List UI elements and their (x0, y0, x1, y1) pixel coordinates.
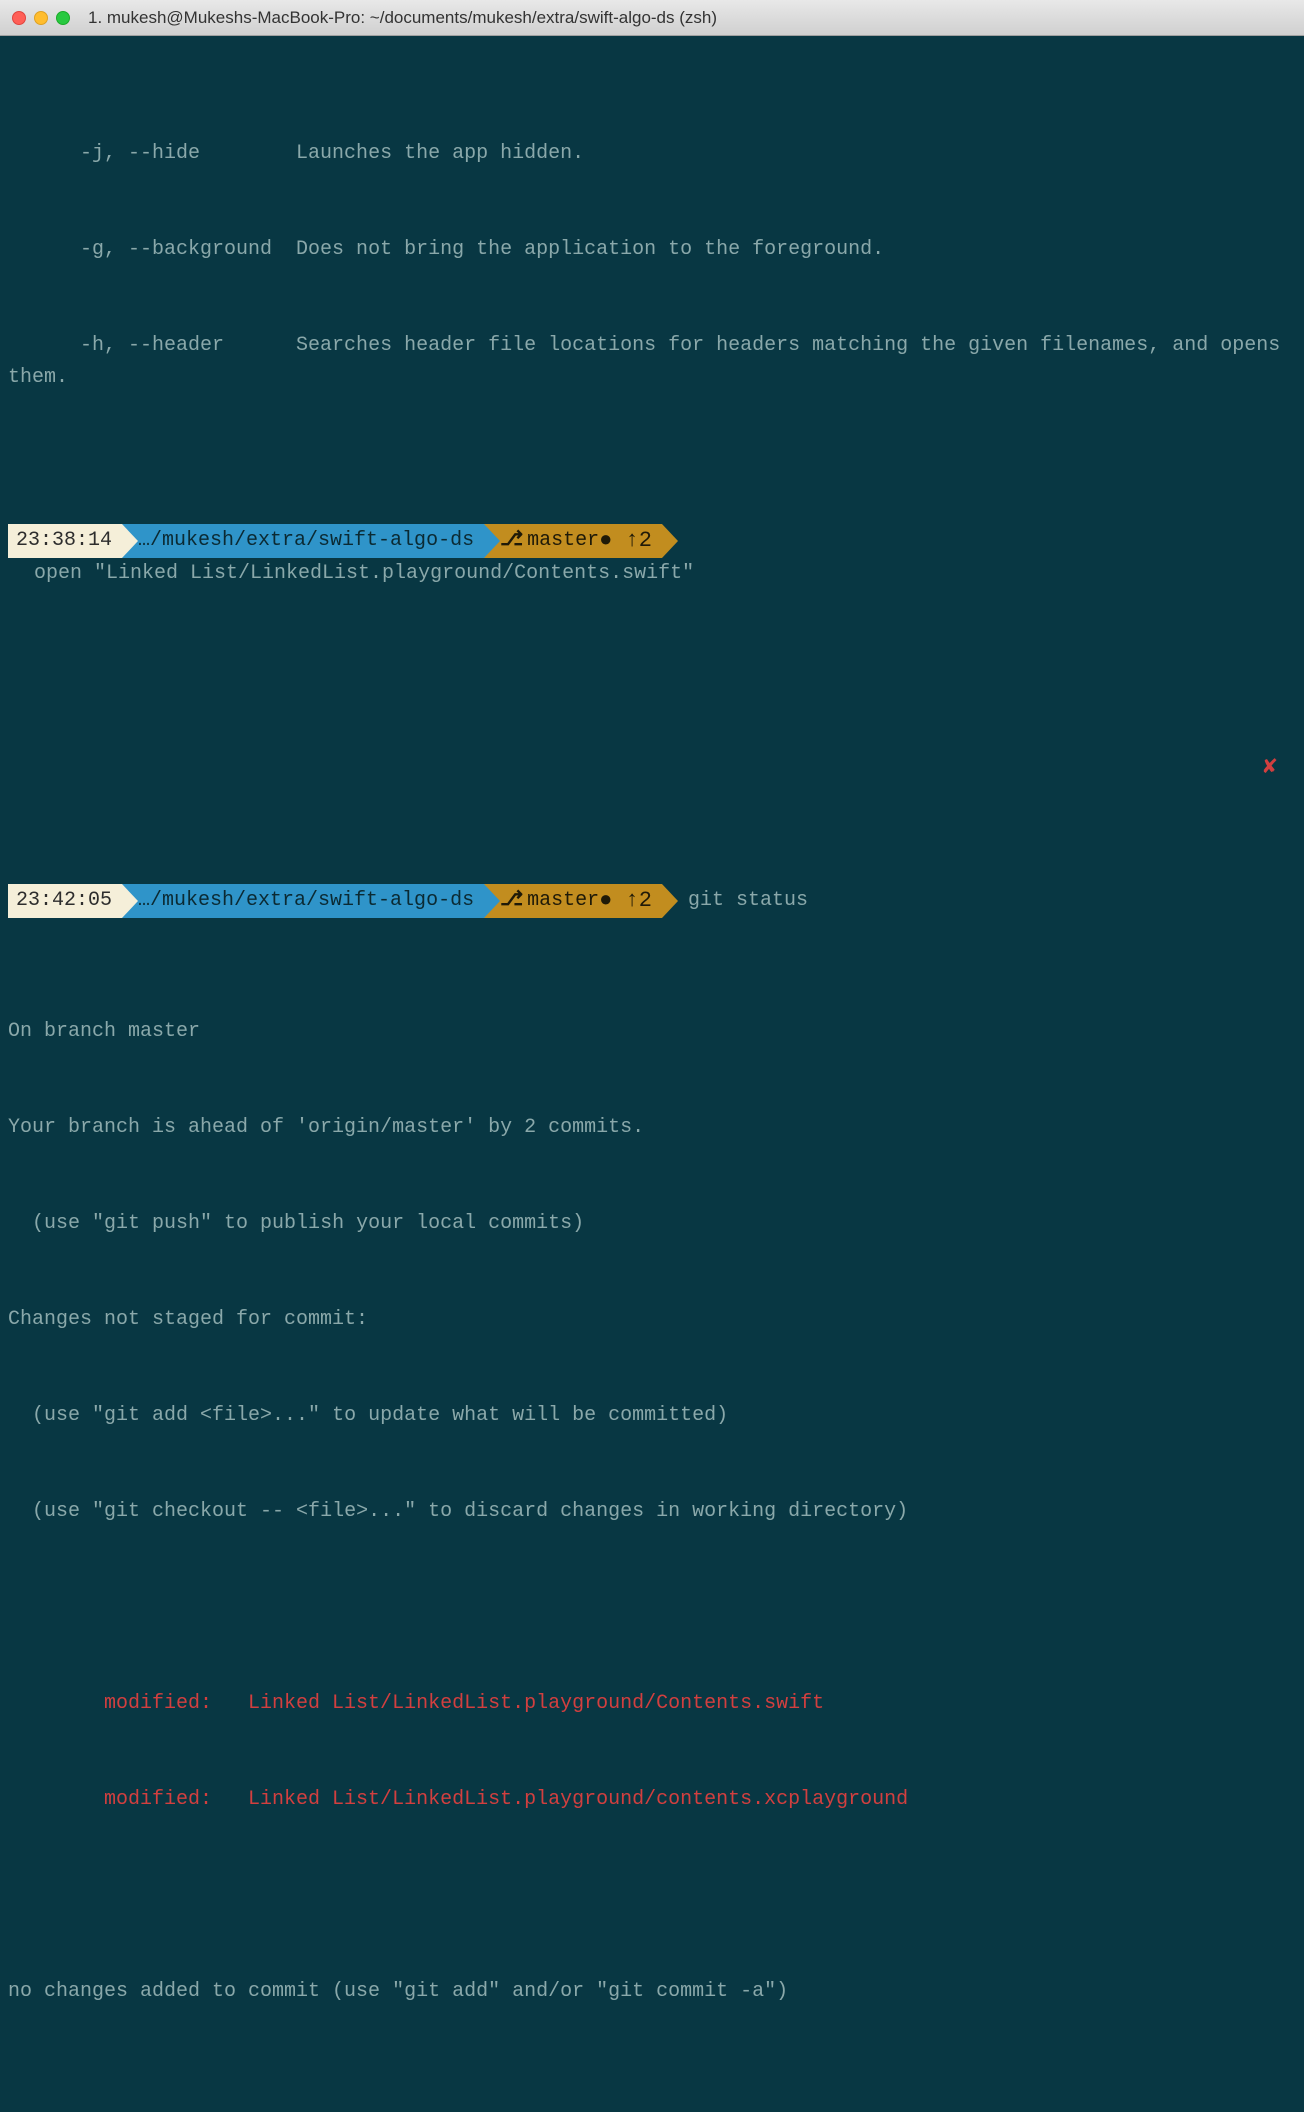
prompt-time: 23:38:14 (8, 524, 122, 558)
git-branch-icon: ⎇ (500, 525, 523, 557)
help-line: -h, --header Searches header file locati… (8, 330, 1296, 394)
output-line (8, 1592, 1296, 1624)
modified-file: modified: Linked List/LinkedList.playgro… (8, 1784, 1296, 1816)
help-line: -j, --hide Launches the app hidden. (8, 138, 1296, 170)
output-line: Your branch is ahead of 'origin/master' … (8, 1112, 1296, 1144)
minimize-icon[interactable] (34, 11, 48, 25)
window-title: 1. mukesh@Mukeshs-MacBook-Pro: ~/documen… (88, 8, 1292, 28)
close-icon[interactable] (12, 11, 26, 25)
modified-file: modified: Linked List/LinkedList.playgro… (8, 1688, 1296, 1720)
prompt-branch: ⎇master ● ↑2 (484, 524, 662, 558)
error-icon: ✘ (1261, 753, 1278, 785)
status-row: ✘ (8, 720, 1296, 754)
prompt-line: 23:42:05 …/mukesh/extra/swift-algo-ds ⎇m… (8, 884, 1296, 918)
output-line: no changes added to commit (use "git add… (8, 1976, 1296, 2008)
prompt-branch: ⎇master ● ↑2 (484, 884, 662, 918)
output-line: On branch master (8, 1016, 1296, 1048)
window-titlebar: 1. mukesh@Mukeshs-MacBook-Pro: ~/documen… (0, 0, 1304, 36)
prompt-path: …/mukesh/extra/swift-algo-ds (122, 884, 484, 918)
command-text: open "Linked List/LinkedList.playground/… (8, 558, 694, 590)
prompt-path: …/mukesh/extra/swift-algo-ds (122, 524, 484, 558)
command-text: git status (662, 885, 808, 917)
error-badge: ✘ (1247, 752, 1292, 786)
traffic-lights (12, 11, 70, 25)
output-line: (use "git push" to publish your local co… (8, 1208, 1296, 1240)
output-line (8, 1880, 1296, 1912)
git-branch-icon: ⎇ (500, 885, 523, 917)
output-line: (use "git checkout -- <file>..." to disc… (8, 1496, 1296, 1528)
output-line: (use "git add <file>..." to update what … (8, 1400, 1296, 1432)
output-line: Changes not staged for commit: (8, 1304, 1296, 1336)
prompt-time: 23:42:05 (8, 884, 122, 918)
terminal-viewport[interactable]: -j, --hide Launches the app hidden. -g, … (0, 36, 1304, 2112)
zoom-icon[interactable] (56, 11, 70, 25)
prompt-line: 23:38:14 …/mukesh/extra/swift-algo-ds ⎇m… (8, 524, 1296, 590)
help-line: -g, --background Does not bring the appl… (8, 234, 1296, 266)
